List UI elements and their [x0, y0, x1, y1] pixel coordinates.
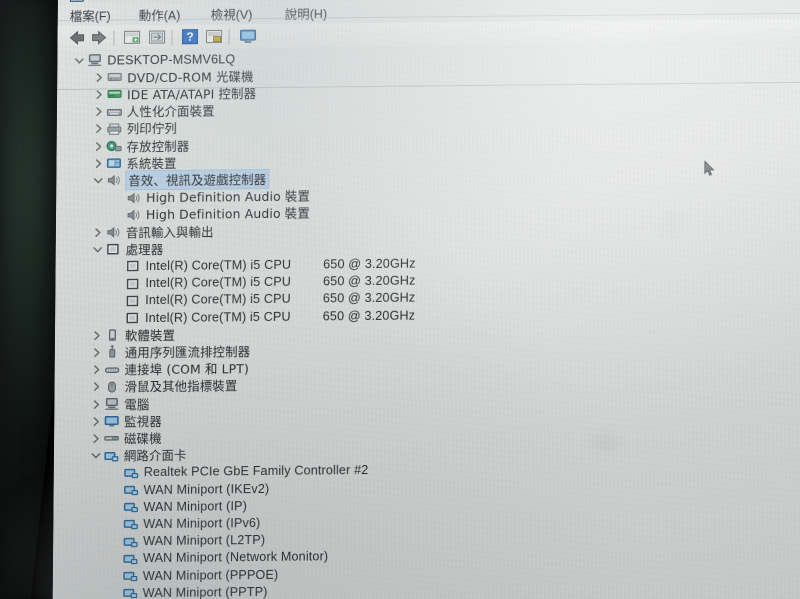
mouse-pointer-icon: [704, 160, 715, 177]
photo-of-laptop-screen: 裝置管理員 檔案(F) 動作(A) 檢視(V) 說明(H): [0, 0, 800, 599]
device-manager-window: 裝置管理員 檔案(F) 動作(A) 檢視(V) 說明(H): [52, 0, 800, 599]
screen-glare: [52, 0, 800, 599]
laptop-screen: 裝置管理員 檔案(F) 動作(A) 檢視(V) 說明(H): [52, 0, 800, 599]
